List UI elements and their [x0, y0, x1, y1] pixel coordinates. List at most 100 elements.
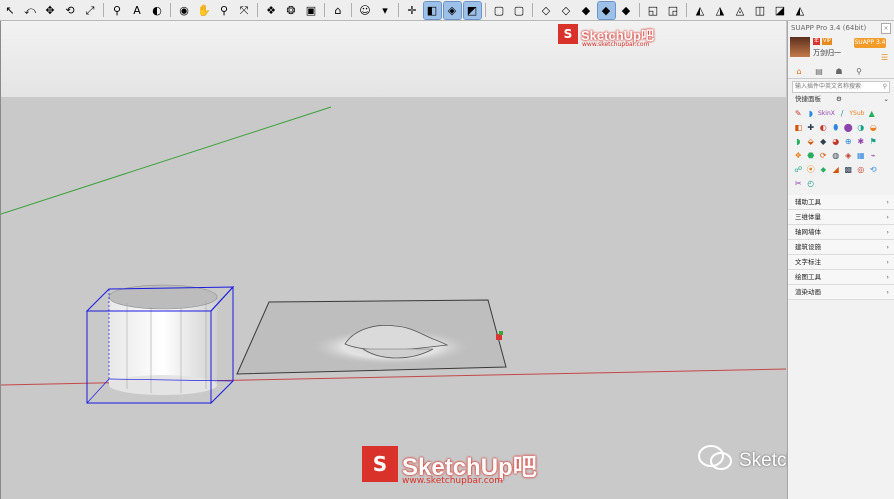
category-item[interactable]: 三维体量 ›	[788, 210, 894, 225]
paint-bucket-icon[interactable]: ◐	[149, 2, 166, 19]
avatar[interactable]	[790, 37, 810, 57]
chevron-down-icon[interactable]: ⌄	[884, 93, 889, 105]
plugin-icon[interactable]: ◴	[806, 178, 817, 190]
top-view-icon[interactable]: ◩	[462, 0, 482, 20]
plugin-icon[interactable]: ◕	[831, 136, 842, 148]
model-viewport[interactable]	[0, 21, 786, 499]
push-pull-icon[interactable]: ◱	[645, 2, 662, 19]
category-item[interactable]: 轴网墙体 ›	[788, 225, 894, 240]
plugin-icon[interactable]: ✚	[806, 122, 817, 134]
plugin-icon[interactable]: ▦	[856, 150, 867, 162]
dropdown-chevron-icon[interactable]: ▾	[377, 2, 394, 19]
quick-panel-header[interactable]: 快捷面板 ⚙ ⌄	[788, 93, 894, 105]
hidden-line-icon[interactable]: ◇	[558, 2, 575, 19]
plugin-icon[interactable]: SkinX	[818, 108, 835, 120]
pan-icon[interactable]: ✋	[196, 2, 213, 19]
menu-icon[interactable]: ☰	[881, 53, 888, 62]
plugin-icon[interactable]: ◗	[806, 108, 817, 120]
zoom-icon[interactable]: ⚲	[216, 2, 233, 19]
panel-title: SUAPP Pro 3.4 (64bit)	[791, 24, 867, 32]
search-icon[interactable]: ⚲	[883, 82, 887, 92]
list-icon[interactable]: ▤	[810, 66, 828, 77]
terrain-plane[interactable]	[236, 299, 507, 375]
rotate-icon[interactable]: ⟲	[62, 2, 79, 19]
plugin-icon[interactable]: ⟳	[818, 150, 829, 162]
plugin-icon[interactable]: ▲	[866, 108, 877, 120]
plugin-icon[interactable]: ✂	[793, 178, 804, 190]
category-item[interactable]: 绘图工具 ›	[788, 270, 894, 285]
plugin-icon[interactable]: ⌁	[868, 150, 879, 162]
plugin-icon[interactable]: ✱	[856, 136, 867, 148]
orbit-icon[interactable]: ◉	[176, 2, 193, 19]
close-icon[interactable]: ×	[881, 23, 891, 34]
sandbox-contours-icon[interactable]: ◭	[692, 2, 709, 19]
search-placeholder: 输入插件中英文名称搜索	[795, 83, 862, 90]
iso-view-icon[interactable]: ◈	[442, 0, 462, 20]
monochrome-icon[interactable]: ◆	[618, 2, 635, 19]
lasso-icon[interactable]: ⤺	[22, 2, 39, 19]
plugin-icon[interactable]: ◢	[831, 164, 842, 176]
plugin-icon[interactable]: ⬣	[806, 150, 817, 162]
move-icon[interactable]: ✥	[42, 2, 59, 19]
category-item[interactable]: 建筑设施 ›	[788, 240, 894, 255]
smoove-icon[interactable]: ◬	[732, 2, 749, 19]
plugin-icon[interactable]: ◑	[856, 122, 867, 134]
plugin-icon[interactable]: ◧	[793, 122, 804, 134]
shaded-icon[interactable]: ◆	[578, 2, 595, 19]
drape-icon[interactable]: ◪	[772, 2, 789, 19]
plugin-icon[interactable]: ❖	[793, 150, 804, 162]
plugin-icon[interactable]: ☍	[793, 164, 804, 176]
scale-icon[interactable]: ⤢	[82, 2, 99, 19]
styles-icon[interactable]: ▣	[303, 2, 320, 19]
plugin-icon[interactable]: /	[837, 108, 848, 120]
warehouse-icon[interactable]: ⌂	[330, 2, 347, 19]
components-icon[interactable]: ❖	[263, 2, 280, 19]
plugin-icon[interactable]: ⬙	[806, 136, 817, 148]
plugin-icon[interactable]: ◎	[856, 164, 867, 176]
plugin-icon[interactable]: ◒	[868, 122, 879, 134]
plugin-icon[interactable]: ◍	[831, 150, 842, 162]
category-item[interactable]: 渲染动画 ›	[788, 285, 894, 300]
add-detail-icon[interactable]: ◭	[792, 2, 809, 19]
stamp-icon[interactable]: ◫	[752, 2, 769, 19]
back-edges-icon[interactable]: ▢	[511, 2, 528, 19]
follow-me-icon[interactable]: ◲	[665, 2, 682, 19]
plugin-icon[interactable]: ⬥	[818, 164, 829, 176]
person-icon[interactable]: ☗	[830, 66, 848, 77]
plugin-icon[interactable]: ▩	[843, 164, 854, 176]
axes-icon[interactable]: ✛	[404, 2, 421, 19]
plugin-icon[interactable]: ◆	[818, 136, 829, 148]
plugin-icon[interactable]: ⬮	[831, 122, 842, 134]
user-profile: 年 VIP 万剑归一 SUAPP 3.4 ☰	[788, 35, 894, 65]
plugin-icon[interactable]: YSub	[849, 108, 864, 120]
zoom-extents-icon[interactable]: ⤧	[236, 2, 253, 19]
front-view-icon[interactable]: ◧	[422, 0, 442, 20]
tape-measure-icon[interactable]: ⚲	[109, 2, 126, 19]
plugin-icon[interactable]: ◈	[843, 150, 854, 162]
materials-icon[interactable]: ❂	[283, 2, 300, 19]
plugin-icon[interactable]: ◗	[793, 136, 804, 148]
plugin-search-input[interactable]: 输入插件中英文名称搜索 ⚲	[792, 81, 890, 93]
user-icon[interactable]: ☺	[357, 2, 374, 19]
search-icon[interactable]: ⚲	[850, 66, 868, 77]
gear-icon[interactable]: ⚙	[836, 93, 842, 105]
plugin-icon[interactable]: ◐	[818, 122, 829, 134]
plugin-icon[interactable]: ⟲	[868, 164, 879, 176]
version-button[interactable]: SUAPP 3.4	[854, 38, 886, 48]
sandbox-mesh-icon[interactable]: ◮	[712, 2, 729, 19]
text-icon[interactable]: A	[129, 2, 146, 19]
plugin-icon[interactable]: ⚑	[868, 136, 879, 148]
select-arrow-icon[interactable]: ↖	[2, 2, 19, 19]
category-item[interactable]: 文字标注 ›	[788, 255, 894, 270]
plugin-icon[interactable]: ⊕	[843, 136, 854, 148]
wireframe-icon[interactable]: ◇	[538, 2, 555, 19]
xray-icon[interactable]: ▢	[491, 2, 508, 19]
plugin-icon[interactable]: ✎	[793, 108, 804, 120]
chevron-right-icon: ›	[886, 228, 889, 236]
viewport-canvas[interactable]	[1, 21, 786, 499]
shaded-textures-icon[interactable]: ◆	[596, 0, 616, 20]
home-icon[interactable]: ⌂	[790, 66, 808, 77]
plugin-icon[interactable]: ⦿	[806, 164, 817, 176]
plugin-icon[interactable]: ⬤	[843, 122, 854, 134]
category-item[interactable]: 辅助工具 ›	[788, 195, 894, 210]
